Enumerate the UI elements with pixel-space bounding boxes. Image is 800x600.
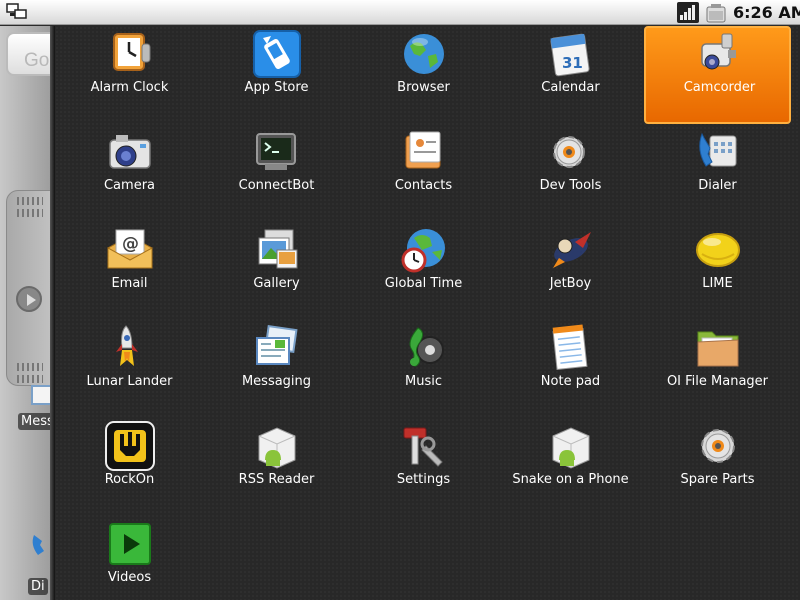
app-label: LIME <box>702 276 733 291</box>
app-gallery[interactable]: Gallery <box>203 222 350 320</box>
app-global-time[interactable]: Global Time <box>350 222 497 320</box>
app-store-icon <box>251 28 303 80</box>
home-screen-background: Go Mess Di <box>0 26 55 600</box>
contacts-icon <box>398 126 450 178</box>
app-label: Gallery <box>253 276 300 291</box>
app-label: Global Time <box>384 276 463 291</box>
app-camcorder[interactable]: Camcorder <box>644 26 791 124</box>
search-hint: Go <box>24 50 50 71</box>
app-label: Music <box>405 374 442 389</box>
app-lunar-lander[interactable]: Lunar Lander <box>56 320 203 418</box>
camera-icon <box>104 126 156 178</box>
app-label: Dev Tools <box>539 178 602 193</box>
app-rss-reader[interactable]: RSS Reader <box>203 418 350 516</box>
gallery-icon <box>251 224 303 276</box>
android-box-icon <box>251 420 303 472</box>
app-label: Alarm Clock <box>90 80 169 95</box>
app-label: Messaging <box>241 374 312 389</box>
messaging-icon <box>251 322 303 374</box>
app-label: RSS Reader <box>238 472 315 487</box>
app-snake-on-a-phone[interactable]: Snake on a Phone <box>497 418 644 516</box>
settings-icon <box>398 420 450 472</box>
app-camera[interactable]: Camera <box>56 124 203 222</box>
folder-icon <box>692 322 744 374</box>
gear-icon <box>692 420 744 472</box>
app-dialer[interactable]: Dialer <box>644 124 791 222</box>
app-label: OI File Manager <box>666 374 769 389</box>
app-label: JetBoy <box>549 276 592 291</box>
app-label: Camcorder <box>683 80 756 95</box>
phone-icon <box>692 126 744 178</box>
drawer-handle[interactable] <box>6 190 55 386</box>
app-spare-parts[interactable]: Spare Parts <box>644 418 791 516</box>
app-email[interactable]: @ Email <box>56 222 203 320</box>
app-label: App Store <box>244 80 309 95</box>
app-label: Lunar Lander <box>86 374 173 389</box>
app-videos[interactable]: Videos <box>56 516 203 600</box>
app-oi-file-manager[interactable]: OI File Manager <box>644 320 791 418</box>
jetboy-icon <box>545 224 597 276</box>
app-browser[interactable]: Browser <box>350 26 497 124</box>
search-widget[interactable]: Go <box>6 32 55 76</box>
globe-icon <box>398 28 450 80</box>
app-connectbot[interactable]: ConnectBot <box>203 124 350 222</box>
app-label: Settings <box>396 472 451 487</box>
camcorder-icon <box>692 28 744 80</box>
clock-time: 6:26 AM <box>733 3 800 22</box>
grip-icon <box>17 197 43 205</box>
app-label: Dialer <box>698 178 737 193</box>
app-settings[interactable]: Settings <box>350 418 497 516</box>
app-messaging[interactable]: Messaging <box>203 320 350 418</box>
app-alarm-clock[interactable]: Alarm Clock <box>56 26 203 124</box>
app-label: Camera <box>103 178 156 193</box>
lime-icon <box>692 224 744 276</box>
gear-icon <box>545 126 597 178</box>
app-label: Videos <box>107 570 152 585</box>
app-label: Email <box>111 276 148 291</box>
app-app-store[interactable]: App Store <box>203 26 350 124</box>
app-label: ConnectBot <box>238 178 315 193</box>
app-rockon[interactable]: RockOn <box>56 418 203 516</box>
app-label: Browser <box>397 80 450 95</box>
home-shortcut-label: Di <box>28 578 48 595</box>
app-label: Snake on a Phone <box>512 472 629 487</box>
email-icon: @ <box>104 224 156 276</box>
grip-icon <box>17 363 43 371</box>
email-at-text: @ <box>122 234 139 254</box>
calendar-day-text: 31 <box>562 54 583 72</box>
network-icon <box>6 3 28 21</box>
app-calendar[interactable]: 31 Calendar <box>497 26 644 124</box>
play-icon <box>104 518 156 570</box>
grip-icon <box>17 209 43 217</box>
app-label: Note pad <box>540 374 601 389</box>
android-box-icon <box>545 420 597 472</box>
notepad-icon <box>545 322 597 374</box>
app-label: Spare Parts <box>680 472 755 487</box>
alarm-clock-icon <box>104 28 156 80</box>
app-label: Contacts <box>394 178 453 193</box>
app-note-pad[interactable]: Note pad <box>497 320 644 418</box>
status-bar[interactable]: 6:26 AM <box>0 0 800 25</box>
terminal-icon <box>251 126 303 178</box>
rocket-icon <box>104 322 156 374</box>
app-contacts[interactable]: Contacts <box>350 124 497 222</box>
globe-clock-icon <box>398 224 450 276</box>
app-lime[interactable]: LIME <box>644 222 791 320</box>
app-music[interactable]: Music <box>350 320 497 418</box>
calendar-icon: 31 <box>545 28 597 80</box>
app-jetboy[interactable]: JetBoy <box>497 222 644 320</box>
music-icon <box>398 322 450 374</box>
app-dev-tools[interactable]: Dev Tools <box>497 124 644 222</box>
app-label: Calendar <box>541 80 600 95</box>
battery-icon <box>705 2 727 23</box>
play-arrow-icon <box>16 286 42 312</box>
app-drawer[interactable]: Alarm Clock App Store Browser 31 Calenda… <box>55 26 800 600</box>
rockon-icon <box>104 420 156 472</box>
signal-icon <box>677 2 699 23</box>
app-label: RockOn <box>104 472 155 487</box>
